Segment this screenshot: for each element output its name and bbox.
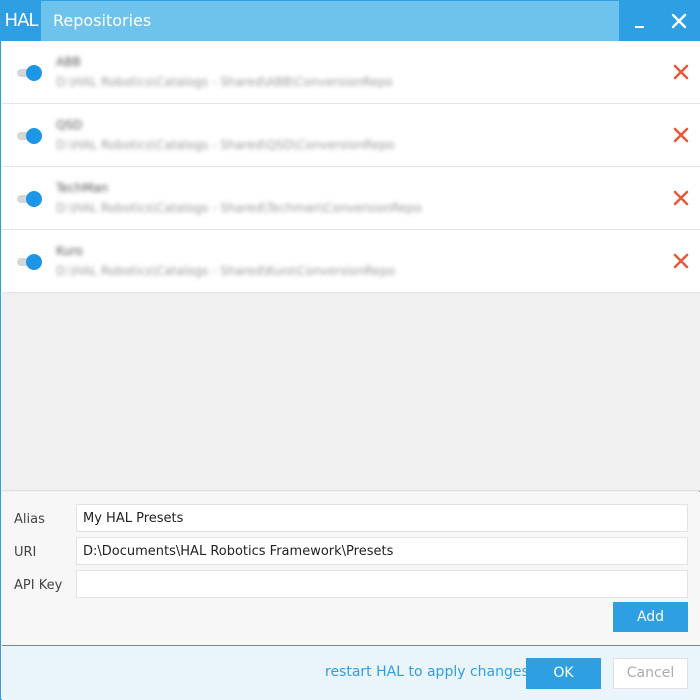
toggle-knob: [26, 65, 42, 81]
repository-list: ABB D:\HAL Robotics\Catalogs - Shared\AB…: [2, 41, 700, 293]
repository-name: Kuro: [56, 244, 83, 258]
delete-x-icon: [673, 253, 689, 269]
repository-path: D:\HAL Robotics\Catalogs - Shared\QSD\Co…: [56, 138, 395, 152]
hal-logo: HAL: [1, 1, 41, 41]
repository-enabled-toggle[interactable]: [17, 190, 43, 208]
ok-button[interactable]: OK: [526, 658, 601, 689]
delete-repository-button[interactable]: [670, 250, 692, 272]
restart-hal-link[interactable]: restart HAL to apply changes: [325, 664, 529, 680]
window-controls: [619, 1, 699, 41]
uri-label: URI: [14, 545, 37, 560]
repository-path: D:\HAL Robotics\Catalogs - Shared\ABB\Co…: [56, 75, 393, 89]
title-bar[interactable]: HAL Repositories: [1, 1, 699, 41]
repository-enabled-toggle[interactable]: [17, 127, 43, 145]
repository-list-empty-area: [2, 293, 700, 491]
cancel-button[interactable]: Cancel: [613, 658, 688, 689]
repository-enabled-toggle[interactable]: [17, 64, 43, 82]
repository-name: QSD: [56, 118, 83, 132]
repository-row: QSD D:\HAL Robotics\Catalogs - Shared\QS…: [2, 104, 700, 167]
repository-name: ABB: [56, 55, 81, 69]
repository-row: Kuro D:\HAL Robotics\Catalogs - Shared\K…: [2, 230, 700, 293]
toggle-knob: [26, 191, 42, 207]
api-key-input[interactable]: [76, 570, 688, 598]
delete-x-icon: [673, 190, 689, 206]
minimize-button[interactable]: [619, 1, 659, 41]
delete-x-icon: [673, 127, 689, 143]
toggle-knob: [26, 128, 42, 144]
add-button[interactable]: Add: [613, 602, 688, 632]
close-button[interactable]: [659, 1, 699, 41]
alias-input[interactable]: [76, 504, 688, 532]
alias-label: Alias: [14, 512, 45, 527]
repository-path: D:\HAL Robotics\Catalogs - Shared\Kuro\C…: [56, 264, 396, 278]
dialog-footer: restart HAL to apply changes OK Cancel: [2, 645, 700, 700]
delete-x-icon: [673, 64, 689, 80]
delete-repository-button[interactable]: [670, 187, 692, 209]
delete-repository-button[interactable]: [670, 124, 692, 146]
add-repository-form: Alias URI API Key Add: [2, 492, 700, 645]
delete-repository-button[interactable]: [670, 61, 692, 83]
repository-path: D:\HAL Robotics\Catalogs - Shared\Techma…: [56, 201, 422, 215]
repository-row: ABB D:\HAL Robotics\Catalogs - Shared\AB…: [2, 41, 700, 104]
window-title: Repositories: [53, 11, 152, 30]
toggle-knob: [26, 254, 42, 270]
minimize-icon: [635, 26, 644, 28]
repositories-dialog: HAL Repositories ABB D:\HAL Robotics\Cat…: [0, 0, 700, 700]
close-icon: [671, 13, 687, 29]
repository-row: TechMan D:\HAL Robotics\Catalogs - Share…: [2, 167, 700, 230]
api-key-label: API Key: [14, 578, 63, 593]
uri-input[interactable]: [76, 537, 688, 565]
repository-enabled-toggle[interactable]: [17, 253, 43, 271]
repository-name: TechMan: [56, 181, 109, 195]
